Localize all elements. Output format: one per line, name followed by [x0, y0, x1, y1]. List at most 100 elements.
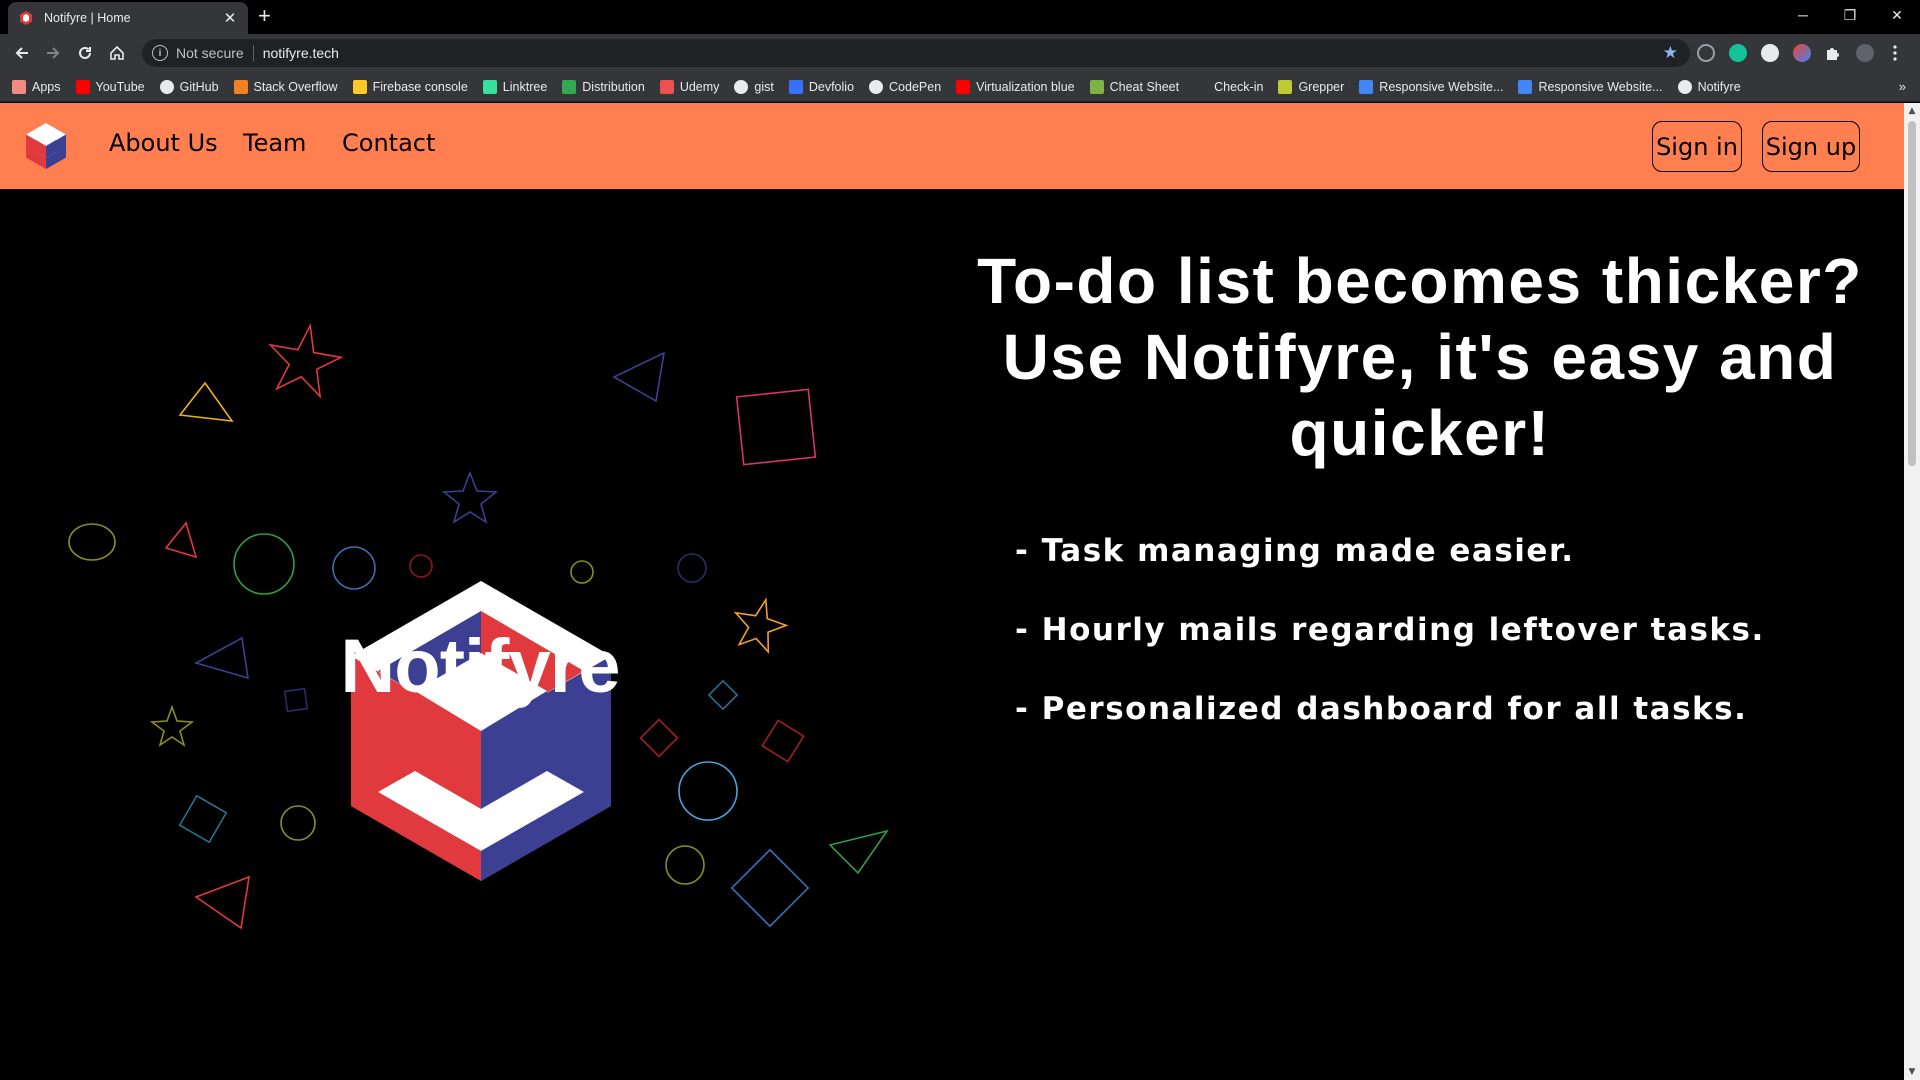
home-icon[interactable]: [105, 41, 129, 65]
olive-ellipse-shape: [68, 523, 116, 561]
feature-list: - Task managing made easier. - Hourly ma…: [1015, 533, 1875, 770]
feature-item-task-managing: - Task managing made easier.: [1015, 533, 1575, 569]
forward-arrow-icon[interactable]: [41, 41, 65, 65]
darkred-diamond-right-shape: [761, 719, 805, 763]
pink-square-shape: [735, 388, 817, 466]
browser-tab-active[interactable]: Notifyre | Home ✕: [8, 2, 248, 34]
cyan-circle-shape: [678, 761, 738, 821]
apps-grid-icon: [12, 79, 26, 94]
bookmark-label: Check-in: [1214, 79, 1264, 94]
bookmark-item[interactable]: Cheat Sheet: [1089, 79, 1179, 94]
hero-headline: To-do list becomes thicker? Use Notifyre…: [960, 243, 1880, 471]
bookmark-label: CodePen: [889, 79, 942, 94]
gold-star-shape: [733, 597, 789, 654]
extension-grammarly-icon[interactable]: [1729, 44, 1747, 62]
bookmark-item[interactable]: Responsive Website...: [1359, 79, 1504, 94]
nav-link-about-us[interactable]: About Us: [109, 129, 218, 157]
extension-github-icon[interactable]: [1697, 44, 1715, 62]
youtube-icon: [75, 79, 90, 94]
restore-icon[interactable]: ❐: [1827, 0, 1873, 30]
bookmark-star-icon[interactable]: ★: [1663, 43, 1678, 63]
cheatsheet-icon: [1089, 79, 1104, 94]
bookmark-label: Virtualization blue: [976, 79, 1075, 94]
sign-in-button[interactable]: Sign in: [1652, 121, 1742, 172]
headline-line-2: Use Notifyre, it's easy and: [1002, 321, 1838, 393]
brand-name-heading: Notifyre: [340, 624, 620, 709]
bookmark-item[interactable]: Apps: [12, 79, 61, 94]
olive-small-circle-shape: [570, 560, 594, 584]
bookmark-item[interactable]: Firebase console: [352, 79, 468, 94]
bookmark-item[interactable]: Notifyre: [1677, 79, 1741, 94]
bookmark-label: YouTube: [95, 79, 145, 94]
github-icon: [734, 79, 749, 94]
back-arrow-icon[interactable]: [10, 41, 34, 65]
navy-star-shape: [441, 470, 499, 524]
bookmark-item[interactable]: Virtualization blue: [956, 79, 1075, 94]
red-star-shape: [267, 322, 344, 399]
bookmark-item[interactable]: Grepper: [1278, 79, 1345, 94]
extension-color-icon[interactable]: [1793, 44, 1811, 62]
bookmark-label: Stack Overflow: [253, 79, 338, 94]
blue-diamond-shape: [730, 848, 810, 928]
bookmark-item[interactable]: gist: [734, 79, 774, 94]
bookmarks-bar: Apps YouTube GitHub Stack Overflow Firebase …: [0, 72, 1920, 102]
bookmark-label: GitHub: [179, 79, 219, 94]
nav-link-team[interactable]: Team: [243, 129, 306, 157]
bookmark-item[interactable]: Distribution: [562, 79, 645, 94]
bookmark-label: Grepper: [1298, 79, 1345, 94]
tab-strip: Notifyre | Home ✕ + ─ ❐ ✕: [0, 0, 1920, 34]
bookmark-item[interactable]: Check-in: [1194, 79, 1264, 94]
youtube-icon: [956, 79, 971, 94]
bookmarks-overflow-icon[interactable]: »: [1899, 79, 1906, 94]
feature-item-hourly-mails: - Hourly mails regarding leftover tasks.: [1015, 612, 1765, 648]
navy-triangle-shape: [612, 351, 666, 403]
bookmark-label: Firebase console: [372, 79, 468, 94]
reload-icon[interactable]: [73, 41, 97, 65]
feature-item-dashboard: - Personalized dashboard for all tasks.: [1015, 691, 1748, 727]
darkred-circle-shape: [409, 554, 433, 578]
udemy-icon: [659, 79, 674, 94]
blue-circle-shape: [332, 546, 376, 590]
window-close-icon[interactable]: ✕: [1874, 0, 1920, 30]
new-tab-button[interactable]: +: [258, 4, 271, 28]
site-navbar: About Us Team Contact Sign in Sign up: [0, 103, 1904, 189]
extension-gauge-icon[interactable]: [1761, 44, 1779, 62]
olive-star-shape: [149, 704, 195, 747]
bookmark-item[interactable]: Devfolio: [788, 79, 854, 94]
bookmark-item[interactable]: Linktree: [482, 79, 548, 94]
minimize-icon[interactable]: ─: [1780, 0, 1826, 30]
teal-square-shape: [178, 794, 228, 844]
page-scrollbar[interactable]: ▲ ▼: [1904, 103, 1920, 1080]
site-info-icon[interactable]: i: [152, 45, 168, 61]
grepper-icon: [1278, 79, 1293, 94]
notifyre-logo-icon[interactable]: [24, 121, 68, 171]
headline-line-3: quicker!: [1289, 397, 1551, 469]
menu-kebab-icon[interactable]: [1892, 45, 1898, 61]
tab-title: Notifyre | Home: [44, 11, 131, 25]
url-text[interactable]: notifyre.tech: [263, 45, 339, 61]
bookmark-label: Responsive Website...: [1379, 79, 1504, 94]
olive-lower-circle-shape: [665, 845, 705, 885]
bookmark-item[interactable]: YouTube: [75, 79, 145, 94]
scroll-down-arrow-icon[interactable]: ▼: [1904, 1064, 1920, 1080]
bookmark-label: Linktree: [502, 79, 548, 94]
devfolio-icon: [788, 79, 803, 94]
bookmark-item[interactable]: GitHub: [159, 79, 219, 94]
address-bar[interactable]: i Not secure notifyre.tech ★: [142, 39, 1690, 67]
navy-left-triangle-shape: [193, 636, 249, 680]
firebase-icon: [352, 79, 367, 94]
tab-close-icon[interactable]: ✕: [222, 9, 238, 27]
extensions-puzzle-icon[interactable]: [1824, 44, 1842, 62]
scroll-up-arrow-icon[interactable]: ▲: [1904, 103, 1920, 119]
sign-up-button[interactable]: Sign up: [1762, 121, 1860, 172]
nav-link-contact[interactable]: Contact: [342, 129, 435, 157]
profile-avatar[interactable]: [1856, 44, 1874, 62]
bookmark-item[interactable]: CodePen: [869, 79, 942, 94]
bookmark-item[interactable]: Stack Overflow: [233, 79, 338, 94]
bookmark-label: Udemy: [679, 79, 720, 94]
bookmark-item[interactable]: Udemy: [659, 79, 720, 94]
scrollbar-thumb[interactable]: [1908, 121, 1916, 466]
headline-line-1: To-do list becomes thicker?: [977, 245, 1863, 317]
bookmark-item[interactable]: Responsive Website...: [1518, 79, 1663, 94]
codepen-icon: [869, 79, 884, 94]
